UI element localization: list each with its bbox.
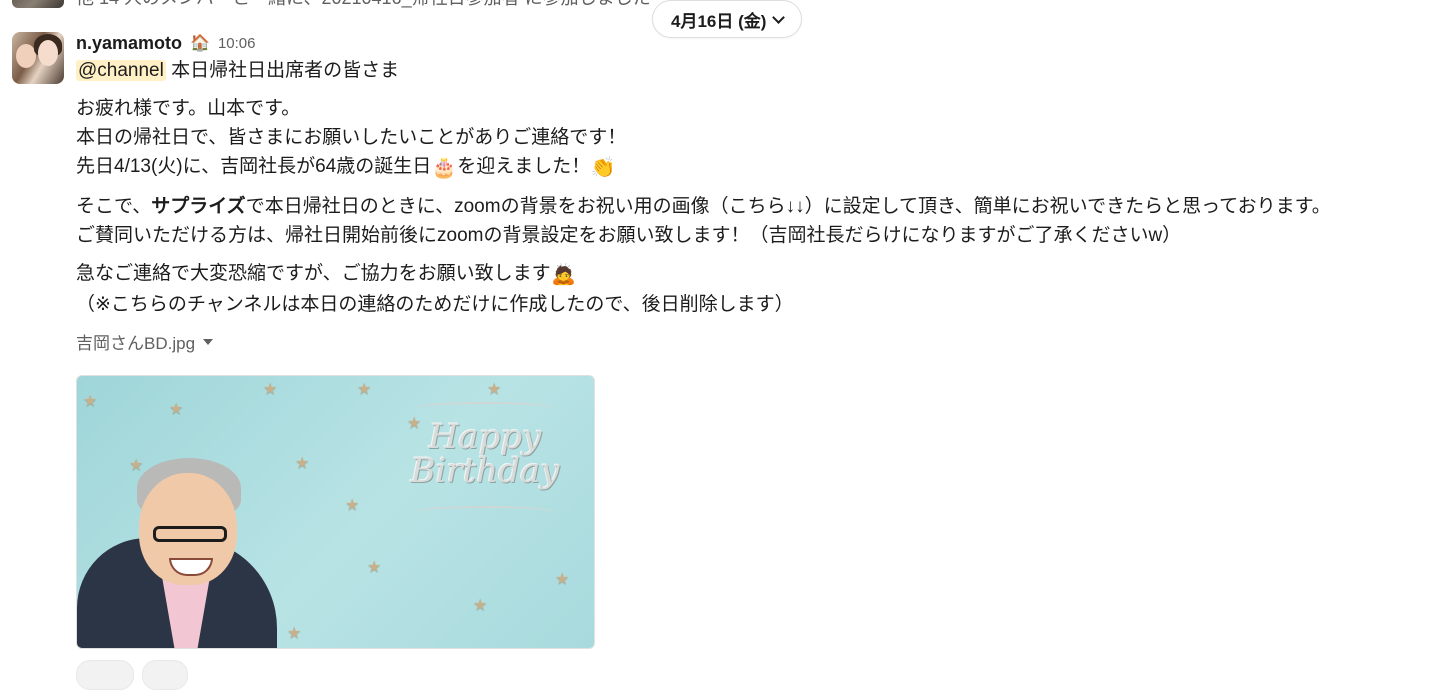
message-line: 急なご連絡で大変恐縮ですが、ご協力をお願い致します🙇 xyxy=(76,259,1426,290)
username[interactable]: n.yamamoto xyxy=(76,33,182,54)
star-icon: ★ xyxy=(367,559,382,576)
ornament xyxy=(415,402,555,414)
clapping-hands-icon: 👏 xyxy=(590,157,616,179)
star-icon: ★ xyxy=(287,625,302,642)
timestamp[interactable]: 10:06 xyxy=(218,35,256,52)
message-line: （※こちらのチャンネルは本日の連絡のためだけに作成したので、後日削除します） xyxy=(76,294,794,315)
happy-birthday-text: Happy Birthday xyxy=(410,417,560,491)
star-icon: ★ xyxy=(473,597,488,614)
star-icon: ★ xyxy=(555,571,570,588)
message-line: @channel 本日帰社日出席者の皆さま xyxy=(76,60,400,81)
avatar[interactable] xyxy=(12,0,64,8)
star-icon: ★ xyxy=(83,393,98,410)
star-icon: ★ xyxy=(345,497,360,514)
message: n.yamamoto 🏠 10:06 @channel 本日帰社日出席者の皆さま… xyxy=(76,30,1426,353)
star-icon: ★ xyxy=(263,381,278,398)
message-line: ご賛同いただける方は、帰社日開始前後にzoomの背景設定をお願い致します！（吉岡… xyxy=(76,225,1182,246)
message-header: n.yamamoto 🏠 10:06 xyxy=(76,30,1426,56)
message-line: 先日4/13(火)に、吉岡社長が64歳の誕生日🎂を迎えました！👏 xyxy=(76,152,1426,183)
channel-mention[interactable]: @channel xyxy=(76,60,166,81)
reaction-bar xyxy=(76,660,188,690)
message-line: 本日の帰社日で、皆さまにお願いしたいことがありご連絡です！ xyxy=(76,127,627,148)
avatar[interactable] xyxy=(12,32,64,84)
star-icon: ★ xyxy=(487,381,502,398)
add-reaction-button[interactable] xyxy=(142,660,188,690)
message-line: そこで、サプライズで本日帰社日のときに、zoomの背景をお祝い用の画像（こちら↓… xyxy=(76,196,1331,217)
birthday-cake-icon: 🎂 xyxy=(431,157,457,179)
star-icon: ★ xyxy=(357,381,372,398)
reaction-button[interactable] xyxy=(76,660,134,690)
date-label: 4月16日 (金) xyxy=(671,11,767,31)
caret-down-icon[interactable] xyxy=(203,339,214,345)
file-name[interactable]: 吉岡さんBD.jpg xyxy=(76,329,1426,353)
bowing-person-icon: 🙇 xyxy=(551,264,577,286)
portrait xyxy=(77,418,277,648)
ornament xyxy=(415,506,555,518)
join-notice: 他 14 人のメンバーと一緒に、20210416_帰社日参加者 に参加しました xyxy=(76,0,651,8)
chevron-down-icon xyxy=(772,10,786,24)
message-line: お疲れ様です。山本です。 xyxy=(76,98,301,119)
star-icon: ★ xyxy=(169,401,184,418)
house-icon: 🏠 xyxy=(190,35,210,52)
star-icon: ★ xyxy=(295,455,310,472)
